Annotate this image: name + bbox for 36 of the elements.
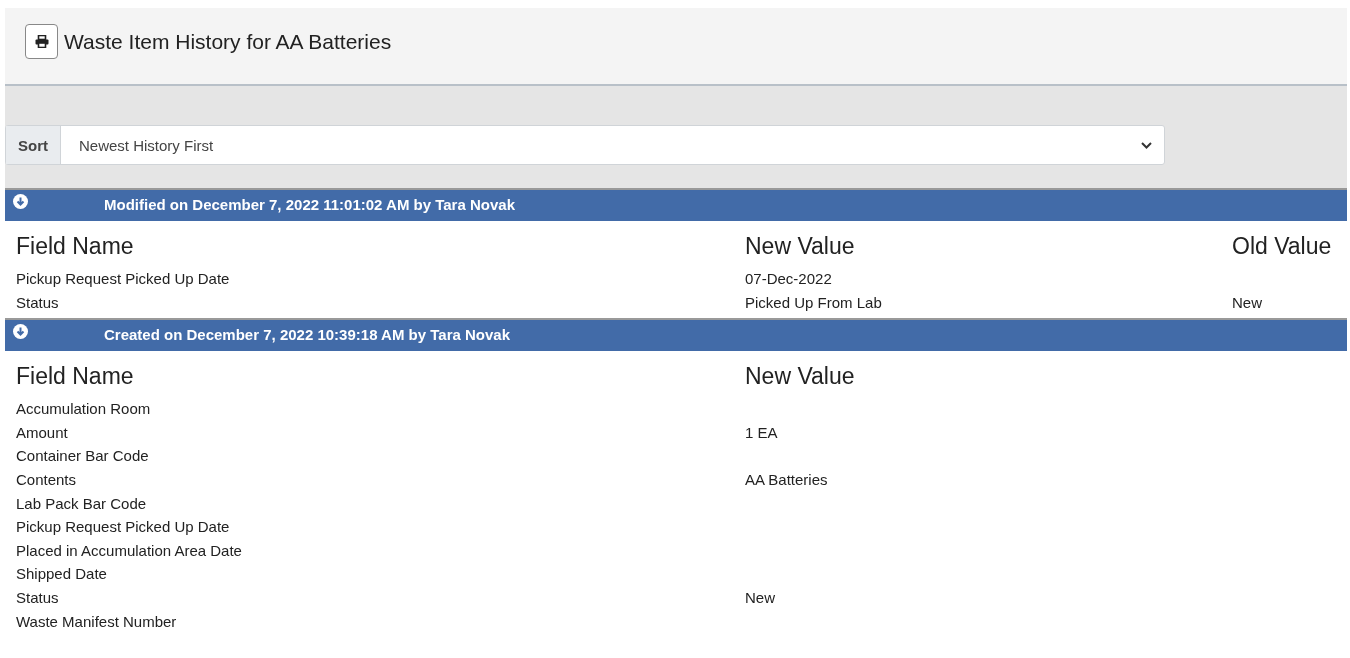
table-cell-text: Waste Manifest Number <box>16 611 178 632</box>
chevron-down-icon <box>1141 141 1152 149</box>
history-entry-title: Modified on December 7, 2022 11:01:02 AM by Tara Novak <box>104 196 515 213</box>
sort-value: Newest History First <box>78 136 215 154</box>
table-cell-text: Accumulation Room <box>16 399 152 420</box>
history-entry-bar[interactable]: Modified on December 7, 2022 11:01:02 AM by Tara Novak <box>5 188 1347 221</box>
column-header: New Value <box>745 233 856 261</box>
table-cell-text: Status <box>16 587 60 608</box>
column-header: Old Value <box>1232 233 1333 261</box>
table-cell-text: Lab Pack Bar Code <box>16 493 148 514</box>
table-cell-text: New <box>745 587 776 608</box>
print-button[interactable] <box>25 24 58 59</box>
history-entry-bar[interactable]: Created on December 7, 2022 10:39:18 AM by Tara Novak <box>5 318 1347 352</box>
table-cell-text: New <box>1232 292 1263 313</box>
column-header: Field Name <box>16 363 135 392</box>
column-header: New Value <box>745 363 856 392</box>
table-cell-text: Shipped Date <box>16 564 108 585</box>
table-cell-text: 1 EA <box>745 422 779 443</box>
page-title: Waste Item History for AA Batteries <box>64 30 392 54</box>
sort-select[interactable]: Sort Newest History First <box>5 125 1165 165</box>
table-cell-text: AA Batteries <box>745 469 829 490</box>
history-entry-title: Created on December 7, 2022 10:39:18 AM by Tara Novak <box>104 326 511 344</box>
table-cell-text: Amount <box>16 422 69 443</box>
table-cell-text: Contents <box>16 469 78 490</box>
arrow-down-circle-icon <box>13 194 28 209</box>
printer-icon <box>34 35 49 48</box>
table-cell-text: Picked Up From Lab <box>745 292 883 313</box>
table-cell-text: Pickup Request Picked Up Date <box>16 269 231 289</box>
column-header: Field Name <box>16 233 135 261</box>
arrow-down-circle-icon <box>13 324 28 340</box>
table-cell-text: Container Bar Code <box>16 446 150 467</box>
table-cell-text: Placed in Accumulation Area Date <box>16 540 243 561</box>
table-cell-text: Pickup Request Picked Up Date <box>16 517 231 538</box>
table-cell-text: Status <box>16 292 60 313</box>
sort-label: Sort <box>6 126 61 164</box>
table-cell-text: 07-Dec-2022 <box>745 269 833 289</box>
